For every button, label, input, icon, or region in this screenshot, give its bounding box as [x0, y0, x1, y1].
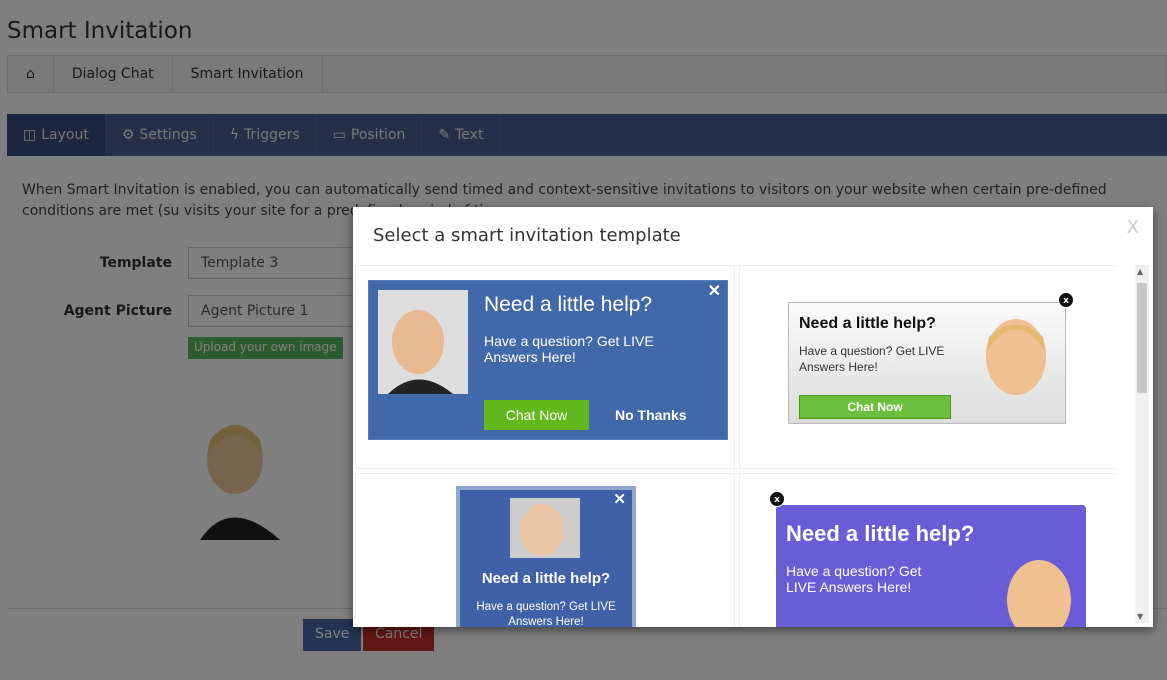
scrollbar-thumb[interactable]	[1137, 283, 1147, 393]
template-body: Have a question? Get LIVE Answers Here!	[786, 563, 922, 595]
modal-scrollbar[interactable]: ▲ ▼	[1135, 265, 1149, 623]
close-icon: x	[1058, 292, 1074, 308]
close-icon: x	[769, 491, 785, 507]
template-body: Have a question? Get LIVE Answers Here!	[799, 344, 945, 374]
modal-close-button[interactable]: X	[1127, 217, 1139, 238]
no-thanks-button: No Thanks	[615, 407, 687, 423]
agent-photo	[510, 498, 580, 558]
agent-photo	[378, 290, 468, 394]
template-option-3[interactable]: Need a little help? Have a question? Get…	[355, 473, 735, 627]
template-body: Have a question? Get LIVE Answers Here!	[484, 333, 654, 365]
close-icon: ✕	[707, 283, 721, 300]
modal-title: Select a smart invitation template	[373, 225, 681, 246]
close-icon: ✕	[613, 491, 626, 508]
template-heading: Need a little help?	[799, 315, 936, 332]
agent-photo	[1007, 560, 1071, 627]
chat-now-button: Chat Now	[484, 400, 589, 430]
template-heading: Need a little help?	[484, 293, 653, 316]
template-body: Have a question? Get LIVE Answers Here!	[476, 601, 616, 627]
template-modal: Select a smart invitation template X Nee…	[353, 207, 1153, 627]
template-4-preview: Need a little help? Have a question? Get…	[776, 505, 1086, 627]
scroll-down-icon[interactable]: ▼	[1137, 612, 1143, 621]
template-option-1[interactable]: Need a little help? Have a question? Get…	[355, 265, 735, 469]
template-option-2[interactable]: Need a little help? Have a question? Get…	[739, 265, 1117, 469]
chat-now-button: Chat Now	[799, 395, 951, 419]
template-grid: Need a little help? Have a question? Get…	[355, 265, 1117, 627]
agent-photo	[986, 319, 1046, 395]
template-heading: Need a little help?	[786, 521, 975, 546]
scroll-up-icon[interactable]: ▲	[1137, 267, 1143, 276]
template-heading: Need a little help?	[481, 570, 611, 587]
